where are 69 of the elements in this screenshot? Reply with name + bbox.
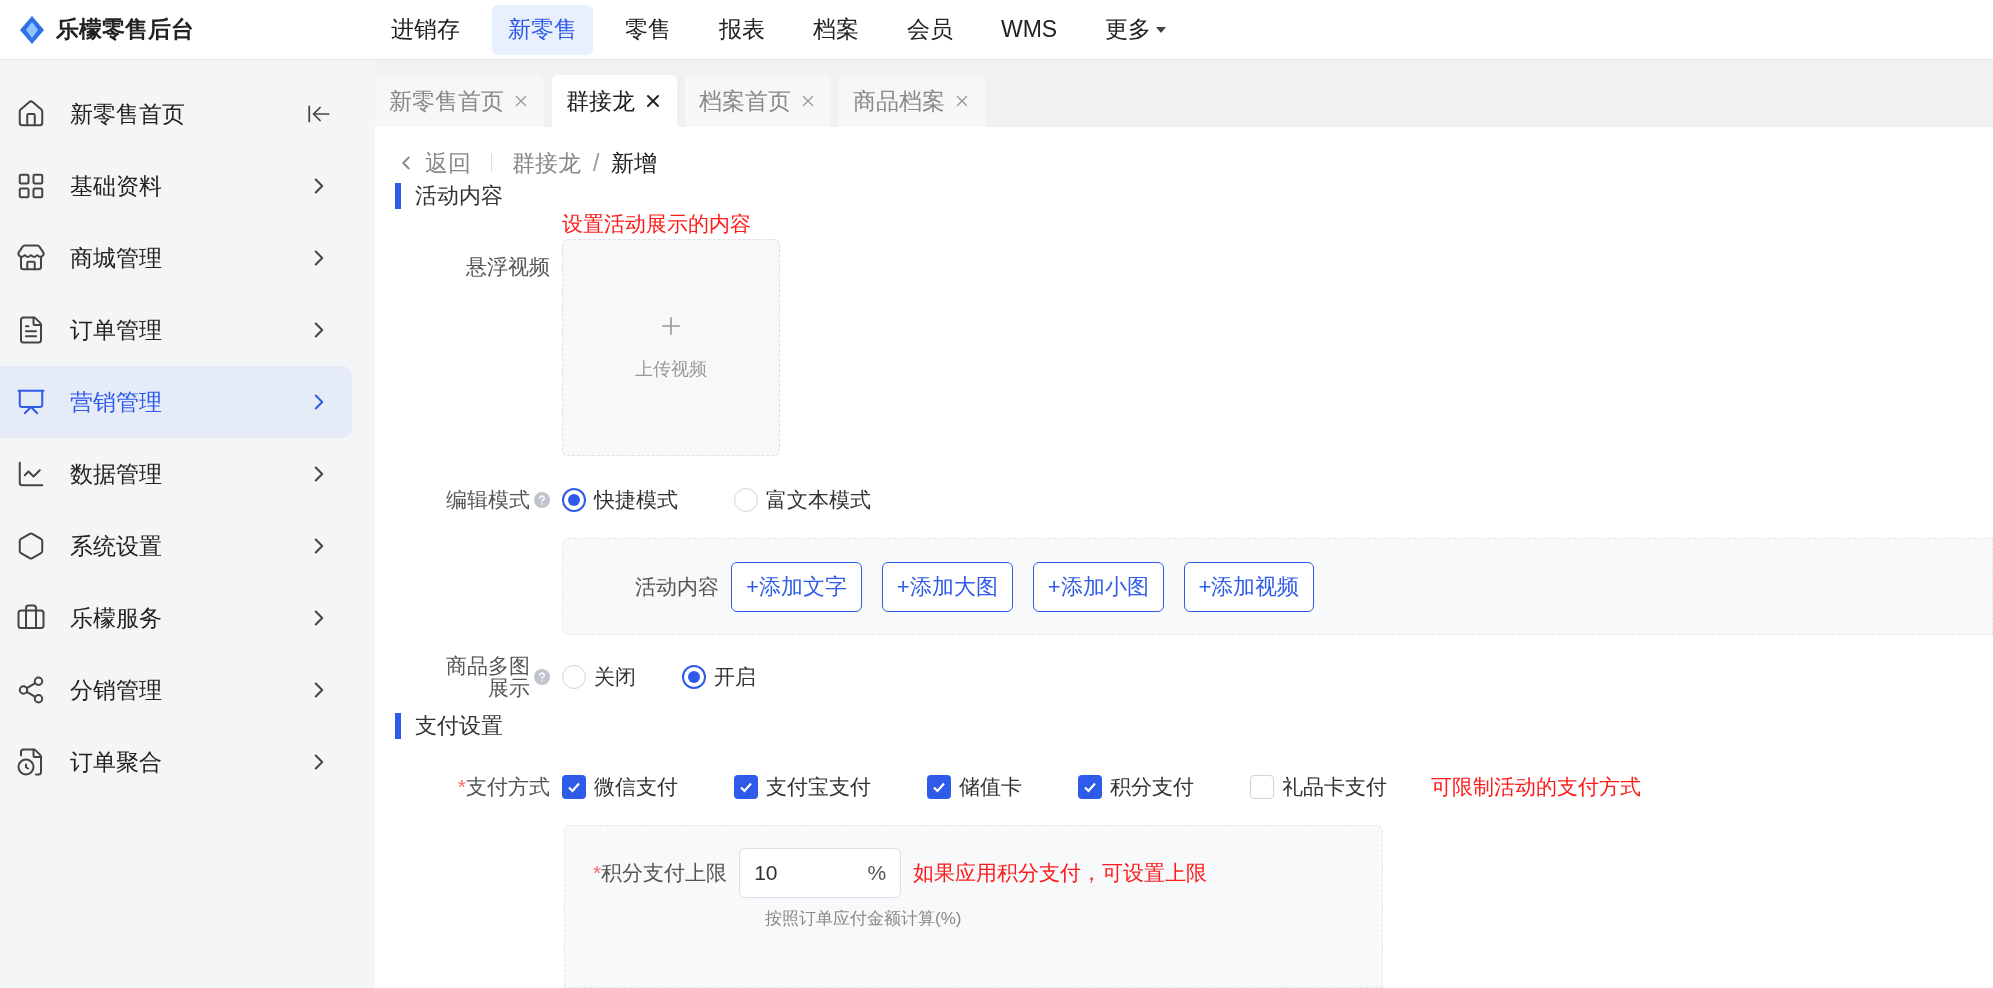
section-heading: 支付设置: [395, 713, 503, 739]
checkbox[interactable]: [562, 775, 586, 799]
sidebar-item[interactable]: 订单管理: [0, 294, 352, 366]
section-heading: 活动内容: [395, 183, 1993, 209]
add-content-button[interactable]: +添加大图: [881, 561, 1013, 612]
radio-option[interactable]: 快捷模式: [562, 484, 678, 516]
monitor-icon: [16, 387, 46, 417]
checkbox-option[interactable]: 礼品卡支付: [1250, 771, 1387, 803]
annotation: 设置活动展示的内容: [562, 211, 751, 237]
app-title: 乐檬零售后台: [56, 15, 194, 45]
radio-option[interactable]: 富文本模式: [734, 484, 871, 516]
radio-option[interactable]: 开启: [682, 661, 756, 693]
checkbox-option[interactable]: 储值卡: [927, 771, 1022, 803]
field-label: 积分支付上限: [601, 860, 728, 887]
grid-icon: [16, 171, 46, 201]
help-icon: [534, 669, 550, 685]
checkbox[interactable]: [1250, 775, 1274, 799]
required-mark: *: [593, 860, 602, 887]
add-content-button[interactable]: +添加视频: [1183, 561, 1315, 612]
radio-button[interactable]: [562, 488, 586, 512]
required-mark: *: [457, 774, 466, 801]
checkbox-option[interactable]: 支付宝支付: [734, 771, 871, 803]
add-content-button[interactable]: +添加小图: [1032, 561, 1164, 612]
sidebar-item[interactable]: 系统设置: [0, 510, 352, 582]
annotation: 如果应用积分支付，可设置上限: [913, 860, 1208, 887]
field-label: 活动内容: [635, 573, 719, 600]
sidebar-item[interactable]: 乐檬服务: [0, 582, 352, 654]
checkbox-option[interactable]: 积分支付: [1078, 771, 1194, 803]
sidebar-item[interactable]: 数据管理: [0, 438, 352, 510]
radio-option[interactable]: 关闭: [562, 661, 636, 693]
caret-icon: [1155, 25, 1168, 34]
field-label: 编辑模式: [446, 487, 530, 514]
top-nav-item[interactable]: 进销存: [375, 4, 476, 55]
top-nav-item[interactable]: 更多: [1089, 4, 1184, 55]
top-nav-item[interactable]: 新零售: [492, 4, 593, 55]
help-icon: [534, 492, 550, 508]
breadcrumb-item: 新增: [611, 148, 658, 178]
percent-input[interactable]: 10 %: [739, 848, 902, 898]
checkbox[interactable]: [927, 775, 951, 799]
back-link[interactable]: 返回: [395, 145, 471, 181]
sidebar-item[interactable]: 商城管理: [0, 222, 352, 294]
field-label: 悬浮视频: [465, 254, 551, 280]
checkbox-option[interactable]: 微信支付: [562, 771, 678, 803]
store-icon: [16, 243, 46, 273]
checkbox[interactable]: [734, 775, 758, 799]
sidebar-item[interactable]: 新零售首页: [0, 78, 352, 150]
house-icon: [16, 99, 46, 129]
annotation: 可限制活动的支付方式: [1431, 774, 1641, 801]
top-nav-item[interactable]: 会员: [891, 4, 969, 55]
sidebar-item[interactable]: 营销管理: [0, 366, 352, 438]
top-nav-item[interactable]: 报表: [703, 4, 781, 55]
top-nav-item[interactable]: 零售: [609, 4, 687, 55]
add-content-button[interactable]: +添加文字: [731, 561, 862, 612]
page-tab[interactable]: 群接龙: [552, 75, 677, 127]
field-label: 商品多图展示: [445, 655, 530, 699]
sidebar-item[interactable]: 基础资料: [0, 150, 352, 222]
sidebar-item[interactable]: 分销管理: [0, 654, 352, 726]
hint-text: 按照订单应付金额计算(%): [765, 908, 963, 930]
checkbox[interactable]: [1078, 775, 1102, 799]
top-nav-item[interactable]: 档案: [797, 4, 875, 55]
sidebar-item[interactable]: 订单聚合: [0, 726, 352, 798]
breadcrumb-item[interactable]: 群接龙: [512, 145, 581, 181]
field-label: 支付方式: [466, 774, 550, 801]
hexagon-icon: [16, 531, 46, 561]
radio-button[interactable]: [682, 665, 706, 689]
line-chart-icon: [16, 459, 46, 489]
breadcrumb-separator: /: [593, 148, 600, 178]
share-icon: [16, 675, 46, 705]
top-nav-item[interactable]: WMS: [985, 4, 1074, 55]
